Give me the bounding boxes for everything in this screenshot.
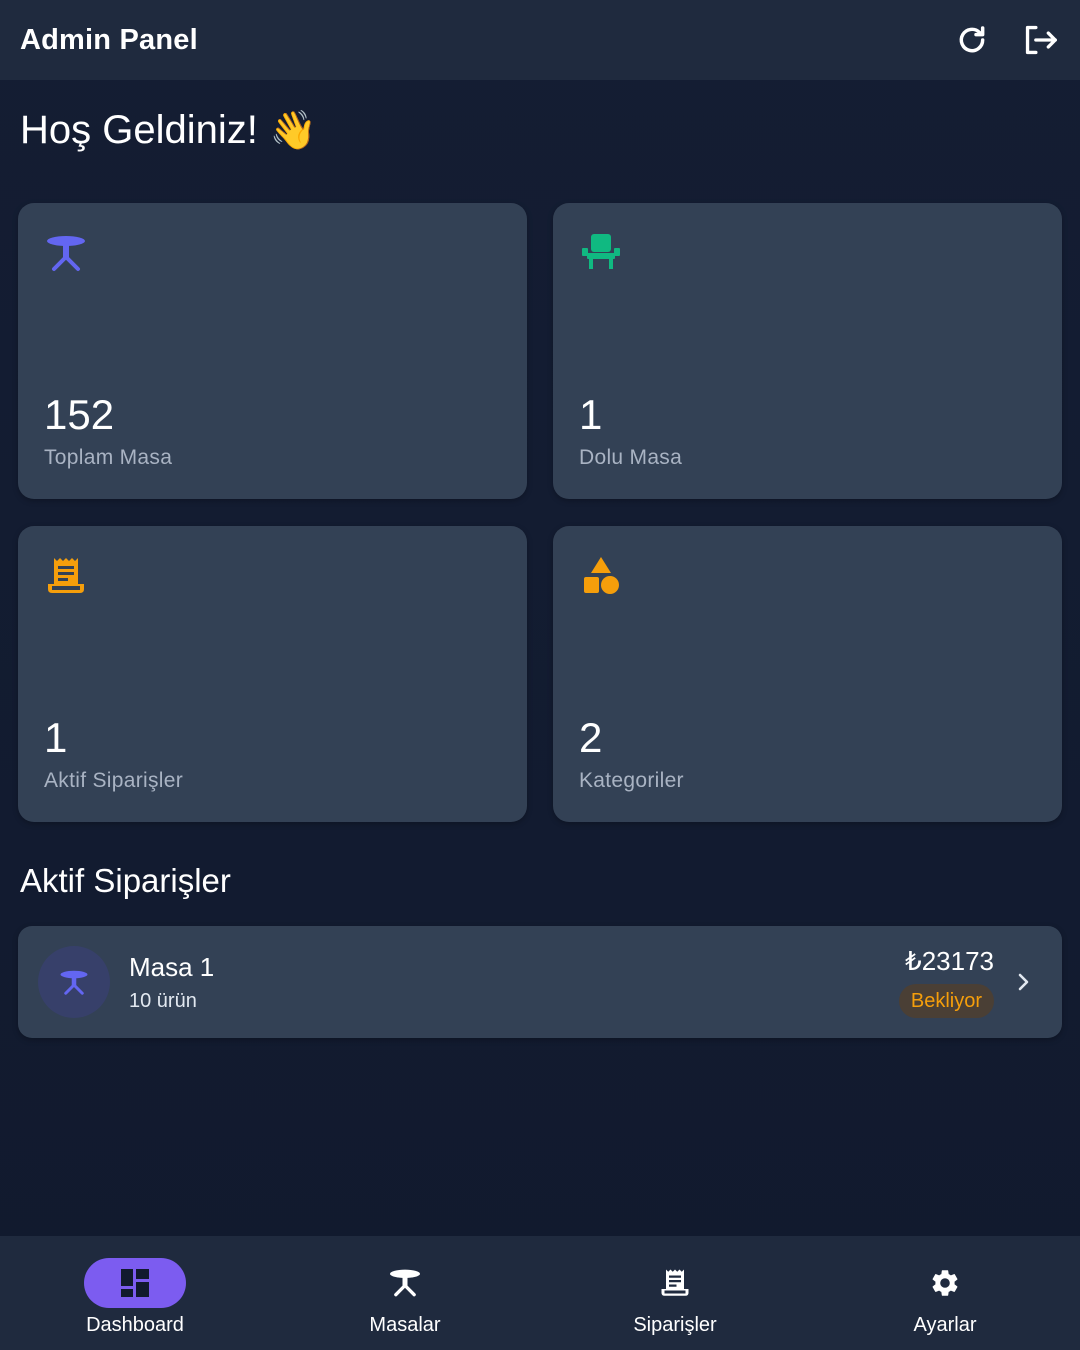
nav-label: Masalar (369, 1314, 441, 1336)
stat-card-total-tables[interactable]: 152 Toplam Masa (18, 203, 527, 499)
top-bar: Admin Panel (0, 0, 1080, 80)
welcome-heading: Hoş Geldiniz! 👋 (20, 108, 317, 153)
table-icon (390, 1269, 420, 1297)
receipt-icon (48, 558, 84, 593)
settings-icon (932, 1270, 958, 1296)
table-icon (60, 970, 88, 995)
order-item-count: 10 ürün (129, 990, 197, 1012)
nav-item-settings[interactable]: Ayarlar (845, 1236, 1045, 1337)
stat-value: 152 (44, 391, 115, 438)
order-row[interactable]: Masa 1 10 ürün ₺23173 Bekliyor (18, 926, 1062, 1038)
nav-label: Dashboard (86, 1314, 184, 1336)
stat-label: Kategoriler (579, 769, 684, 792)
nav-label: Siparişler (633, 1314, 717, 1336)
order-table-name: Masa 1 (129, 952, 215, 982)
stat-value: 2 (579, 714, 603, 761)
nav-item-orders[interactable]: Siparişler (575, 1236, 775, 1337)
logout-button[interactable] (1020, 20, 1060, 60)
order-status-badge: Bekliyor (898, 984, 994, 1018)
welcome-text: Hoş Geldiniz! (20, 108, 258, 152)
bottom-navigation: Dashboard Masalar Siparişler Ayarlar (0, 1236, 1080, 1350)
waving-hand-emoji: 👋 (269, 109, 318, 152)
refresh-icon (959, 26, 985, 53)
stat-card-occupied-tables[interactable]: 1 Dolu Masa (553, 203, 1062, 499)
receipt-icon (661, 1269, 689, 1296)
nav-icon-wrap (354, 1258, 456, 1308)
chevron-right-icon (1018, 973, 1029, 991)
dashboard-icon (121, 1269, 149, 1297)
stat-label: Aktif Siparişler (44, 769, 184, 792)
chair-icon (582, 234, 620, 269)
stat-card-categories[interactable]: 2 Kategoriler (553, 526, 1062, 822)
stat-card-active-orders[interactable]: 1 Aktif Siparişler (18, 526, 527, 822)
active-orders-title: Aktif Siparişler (20, 862, 231, 899)
refresh-button[interactable] (952, 20, 992, 60)
stat-value: 1 (44, 714, 68, 761)
app-root: Admin Panel Hoş Geldiniz! 👋 152 Toplam M… (0, 0, 1080, 1350)
nav-icon-wrap (894, 1258, 996, 1308)
logout-icon (1025, 25, 1057, 55)
app-title: Admin Panel (20, 23, 198, 56)
nav-item-tables[interactable]: Masalar (305, 1236, 505, 1337)
nav-label: Ayarlar (913, 1314, 977, 1336)
order-avatar (38, 946, 110, 1018)
nav-item-dashboard[interactable]: Dashboard (35, 1236, 235, 1337)
stat-label: Toplam Masa (44, 446, 173, 469)
order-total-price: ₺23173 (905, 946, 994, 976)
table-icon (47, 236, 85, 271)
stat-label: Dolu Masa (579, 446, 683, 469)
stat-value: 1 (579, 391, 603, 438)
nav-active-indicator (84, 1258, 186, 1308)
shapes-icon (584, 557, 619, 594)
nav-icon-wrap (624, 1258, 726, 1308)
top-bar-actions (952, 20, 1060, 60)
